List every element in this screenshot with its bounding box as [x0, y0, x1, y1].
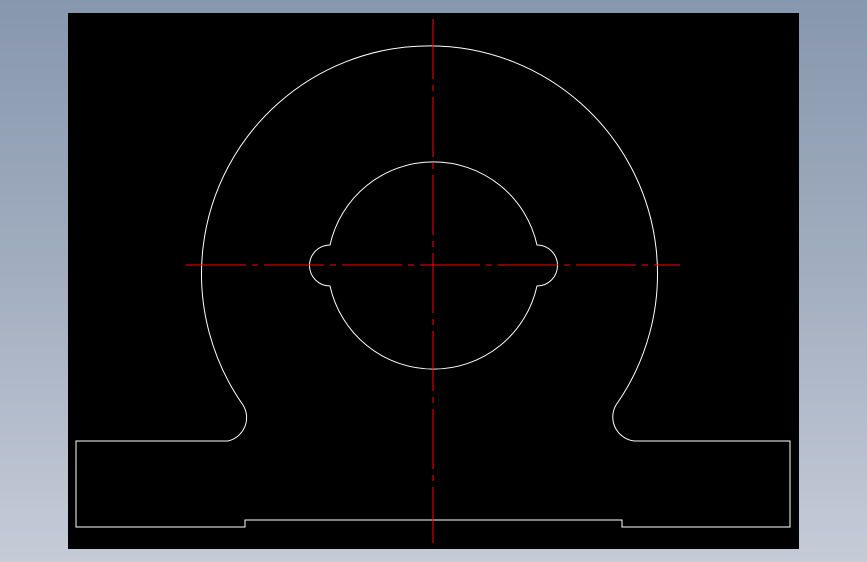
drawing-canvas — [75, 19, 791, 543]
cad-drawing-viewport[interactable] — [68, 13, 799, 549]
